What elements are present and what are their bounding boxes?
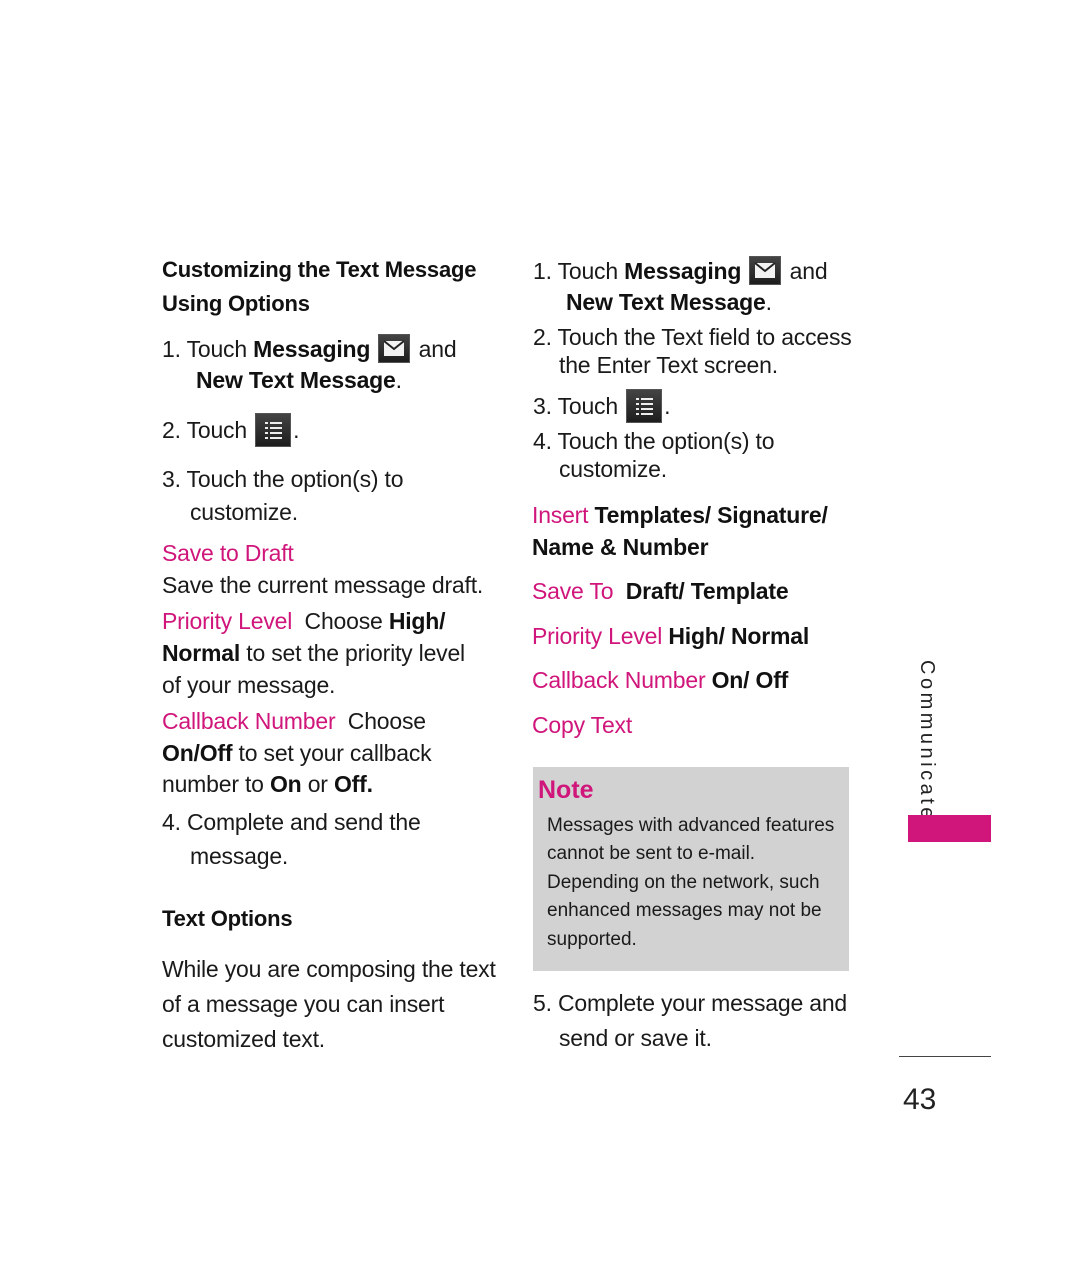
page-number: 43 [903,1083,937,1116]
left-step-3: 3. Touch the option(s) to [162,466,404,492]
option-save-to: Save To Draft/ Template [532,578,789,604]
left-step-4-cont: message. [190,843,289,869]
section-heading: Customizing the Text Message [162,257,477,282]
option-insert: Insert Templates/ Signature/ [532,502,828,528]
left-step-1-cont: New Text Message. [196,367,402,393]
option-priority-desc: Normal to set the priority level [162,640,465,666]
note-line: enhanced messages may not be [547,900,822,921]
option-callback: Callback Number On/ Off [532,667,789,693]
option-priority-level: Priority Level Choose High/ [162,608,446,634]
option-callback-desc-cont: number to On or Off. [162,771,373,797]
text-options-body-1: While you are composing the text [162,956,496,982]
option-copy-text: Copy Text [532,712,633,738]
text-options-heading: Text Options [162,906,293,931]
note-line: Messages with advanced features [547,815,835,836]
menu-list-icon [626,389,663,423]
option-save-to-draft: Save to Draft [162,540,294,566]
right-step-3: 3. Touch . [533,389,671,423]
option-priority: Priority Level High/ Normal [532,623,810,649]
left-step-1: 1. Touch Messaging and [162,334,457,363]
section-heading-cont: Using Options [162,291,310,316]
envelope-icon [378,334,411,363]
option-insert-cont: Name & Number [532,534,709,560]
option-callback-desc: On/Off to set your callback [162,740,432,766]
note-line: supported. [547,929,637,950]
left-step-2: 2. Touch . [162,413,300,447]
right-step-4: 4. Touch the option(s) to [533,428,775,454]
text-options-body-2: of a message you can insert [162,991,445,1017]
option-callback-number: Callback Number Choose [162,708,426,734]
side-tab-label: Communicate [916,660,938,822]
right-step-2-cont: the Enter Text screen. [559,352,778,378]
option-save-to-draft-desc: Save the current message draft. [162,572,484,598]
menu-list-icon [255,413,292,447]
note-title: Note [538,776,594,804]
right-step-1: 1. Touch Messaging and [533,256,828,285]
right-step-2: 2. Touch the Text field to access [533,324,852,350]
note-line: Depending on the network, such [547,872,820,893]
footer-rule [899,1056,991,1057]
side-tab-marker [908,815,991,842]
left-step-4: 4. Complete and send the [162,809,421,835]
envelope-icon [749,256,782,285]
right-step-5: 5. Complete your message and [533,990,848,1016]
note-line: cannot be sent to e-mail. [547,843,756,864]
left-step-3-cont: customize. [190,499,298,525]
right-step-5-cont: send or save it. [559,1025,712,1051]
right-step-1-cont: New Text Message. [566,289,772,315]
option-priority-desc-cont: of your message. [162,672,336,698]
text-options-body-3: customized text. [162,1026,325,1052]
right-step-4-cont: customize. [559,456,667,482]
